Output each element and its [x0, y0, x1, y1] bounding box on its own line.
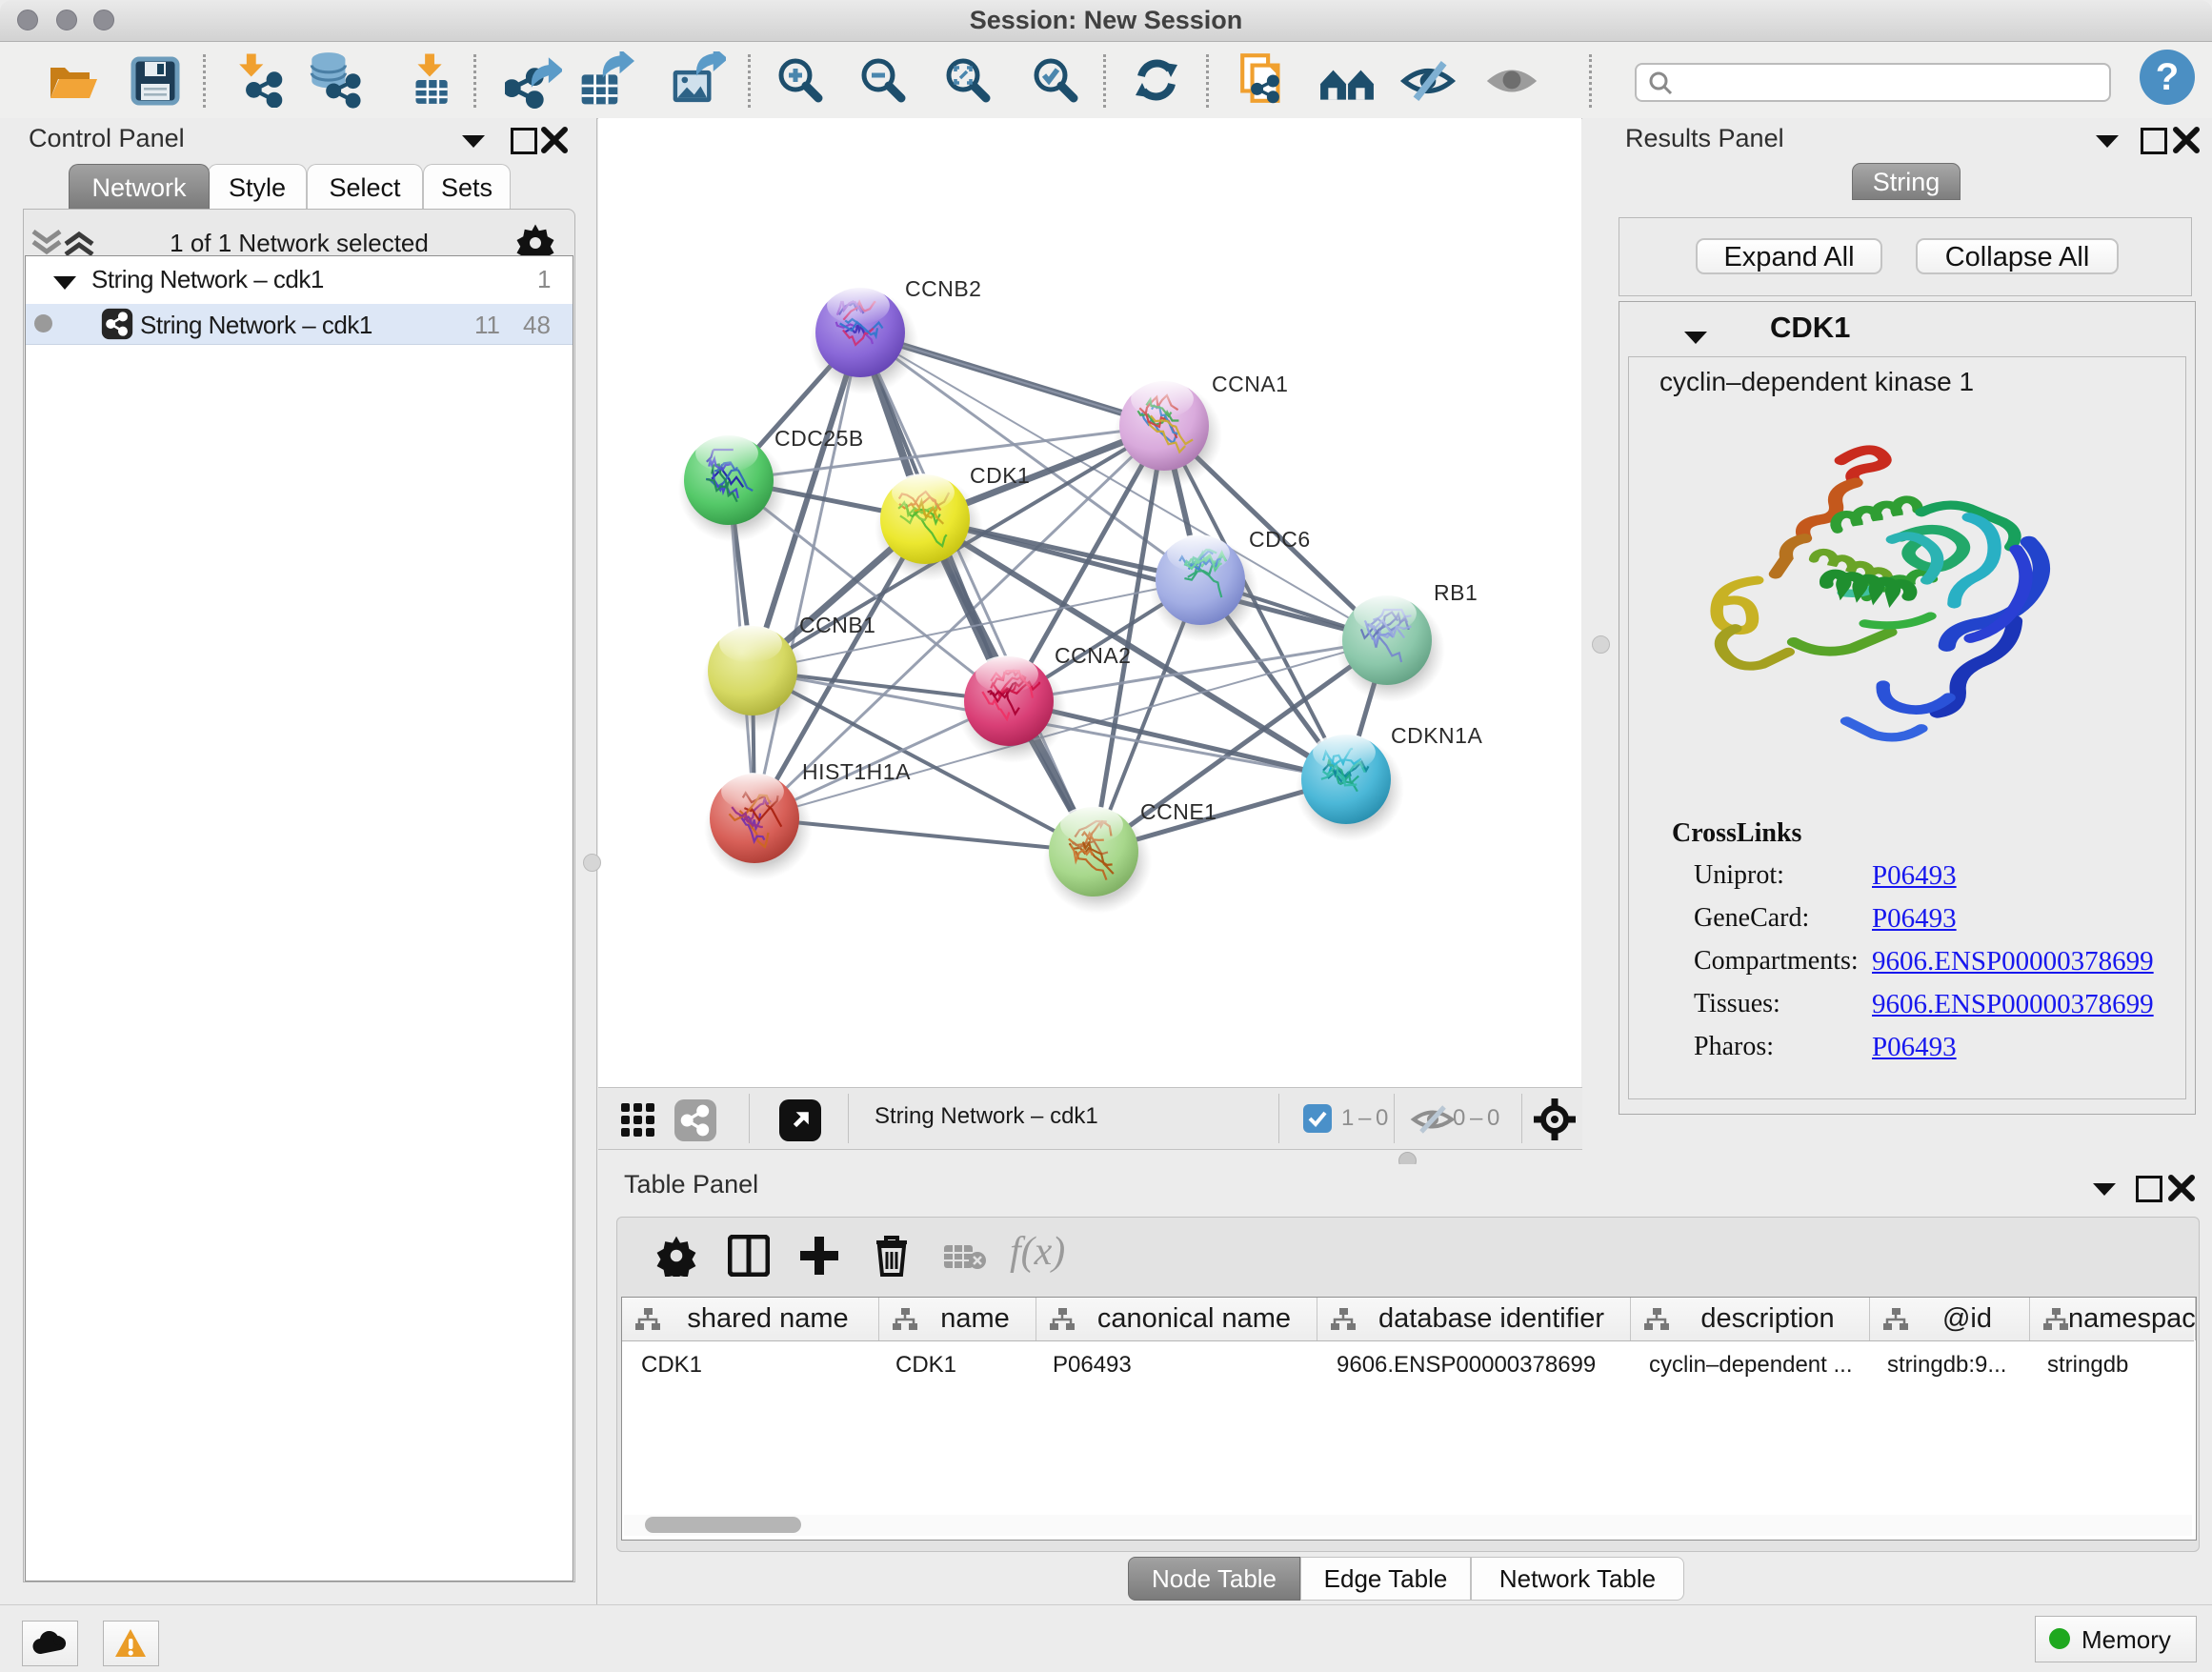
svg-text:RB1: RB1 [1434, 580, 1478, 605]
svg-text:CDK1: CDK1 [970, 463, 1030, 488]
svg-text:CCNA2: CCNA2 [1055, 643, 1131, 668]
svg-text:CCNB1: CCNB1 [799, 613, 875, 637]
svg-text:CDC6: CDC6 [1249, 527, 1311, 552]
svg-text:HIST1H1A: HIST1H1A [802, 759, 911, 784]
svg-text:CCNB2: CCNB2 [905, 276, 981, 301]
svg-text:CDC25B: CDC25B [774, 426, 864, 451]
svg-text:?: ? [2156, 56, 2179, 98]
svg-text:CCNA1: CCNA1 [1212, 372, 1288, 396]
svg-text:CCNE1: CCNE1 [1140, 799, 1217, 824]
svg-text:CDKN1A: CDKN1A [1391, 723, 1482, 748]
